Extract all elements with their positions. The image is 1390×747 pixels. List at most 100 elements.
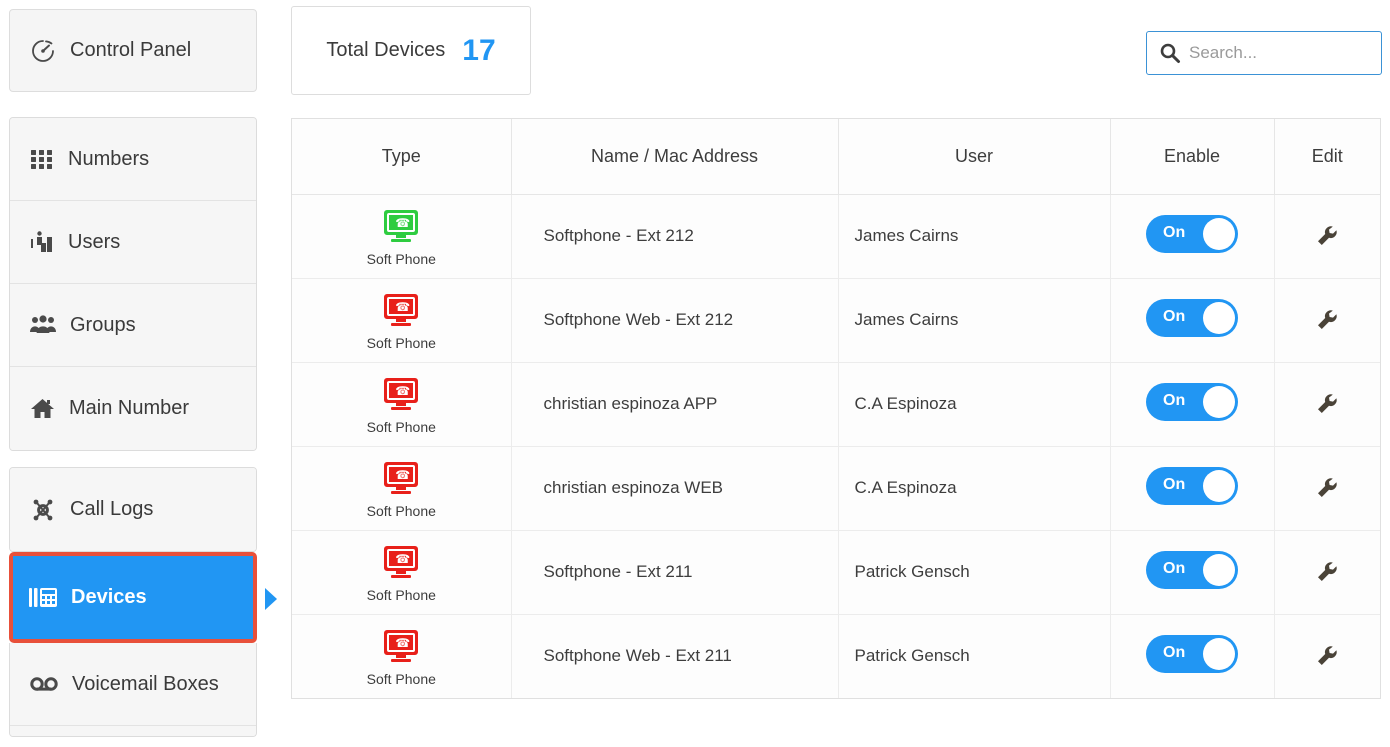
total-devices-label: Total Devices xyxy=(326,39,446,61)
cell-user: James Cairns xyxy=(838,194,1111,279)
sidebar-item-label: Call Logs xyxy=(70,498,154,520)
cell-edit xyxy=(1274,446,1380,531)
column-header-edit[interactable]: Edit xyxy=(1274,119,1380,195)
cell-user: James Cairns xyxy=(838,278,1111,363)
toggle-knob xyxy=(1203,217,1235,250)
cell-name: Softphone - Ext 212 xyxy=(511,194,839,279)
sidebar-item-partial[interactable] xyxy=(10,726,256,736)
sidebar-item-voicemail-boxes[interactable]: Voicemail Boxes xyxy=(10,643,256,726)
toggle-state-label: On xyxy=(1163,643,1186,661)
devices-table: Type Name / Mac Address User Enable Edit… xyxy=(291,118,1381,699)
sidebar-item-groups[interactable]: Groups xyxy=(10,284,256,367)
cell-type: ☎ Soft Phone xyxy=(292,194,512,279)
type-label: Soft Phone xyxy=(366,586,436,603)
toggle-knob xyxy=(1203,301,1235,334)
type-label: Soft Phone xyxy=(366,670,436,687)
column-header-enable[interactable]: Enable xyxy=(1110,119,1275,195)
cell-type: ☎ Soft Phone xyxy=(292,446,512,531)
wrench-icon[interactable] xyxy=(1315,560,1339,584)
cell-edit xyxy=(1274,278,1380,363)
cell-enable: On xyxy=(1110,530,1275,615)
wrench-icon[interactable] xyxy=(1315,392,1339,416)
table-row: ☎ Soft Phone Softphone Web - Ext 212 Jam… xyxy=(292,278,1380,363)
cell-user: C.A Espinoza xyxy=(838,362,1111,447)
cell-user: Patrick Gensch xyxy=(838,614,1111,698)
table-row: ☎ Soft Phone Softphone - Ext 211 Patrick… xyxy=(292,530,1380,615)
column-header-name[interactable]: Name / Mac Address xyxy=(511,119,839,195)
type-label: Soft Phone xyxy=(366,502,436,519)
enable-toggle[interactable]: On xyxy=(1146,382,1238,421)
type-label: Soft Phone xyxy=(366,334,436,351)
sidebar-item-main-number[interactable]: Main Number xyxy=(10,367,256,450)
enable-toggle[interactable]: On xyxy=(1146,466,1238,505)
cell-enable: On xyxy=(1110,194,1275,279)
column-header-type[interactable]: Type xyxy=(292,119,512,195)
softphone-monitor-icon: ☎ xyxy=(384,377,419,411)
softphone-monitor-icon: ☎ xyxy=(384,293,419,327)
toggle-knob xyxy=(1203,553,1235,586)
softphone-monitor-icon: ☎ xyxy=(384,209,419,243)
total-devices-count: 17 xyxy=(462,33,496,67)
cell-edit xyxy=(1274,614,1380,698)
toggle-state-label: On xyxy=(1163,223,1186,241)
control-panel-button[interactable]: Control Panel xyxy=(9,9,257,92)
toggle-knob xyxy=(1203,469,1235,502)
cell-name: Softphone Web - Ext 211 xyxy=(511,614,839,698)
type-label: Soft Phone xyxy=(366,250,436,267)
enable-toggle[interactable]: On xyxy=(1146,214,1238,253)
user-desk-icon xyxy=(30,230,54,254)
wrench-icon[interactable] xyxy=(1315,308,1339,332)
sidebar-item-users[interactable]: Users xyxy=(10,201,256,284)
cell-edit xyxy=(1274,530,1380,615)
cell-type: ☎ Soft Phone xyxy=(292,530,512,615)
total-devices-card: Total Devices 17 xyxy=(291,6,531,95)
cell-name: Softphone - Ext 211 xyxy=(511,530,839,615)
cell-edit xyxy=(1274,194,1380,279)
grid-dots-icon xyxy=(30,147,54,171)
toggle-knob xyxy=(1203,637,1235,670)
voicemail-icon xyxy=(30,675,58,693)
sidebar-group-secondary: Call Logs xyxy=(9,467,257,552)
enable-toggle[interactable]: On xyxy=(1146,634,1238,673)
sidebar-group-tertiary: Voicemail Boxes xyxy=(9,643,257,737)
cell-enable: On xyxy=(1110,362,1275,447)
table-row: ☎ Soft Phone christian espinoza WEB C.A … xyxy=(292,446,1380,531)
sidebar-item-numbers[interactable]: Numbers xyxy=(10,118,256,201)
table-header-row: Type Name / Mac Address User Enable Edit xyxy=(292,119,1380,195)
cell-enable: On xyxy=(1110,446,1275,531)
sidebar-item-devices[interactable]: Devices xyxy=(9,552,277,643)
search-box[interactable] xyxy=(1146,31,1382,75)
enable-toggle[interactable]: On xyxy=(1146,550,1238,589)
sidebar-item-label: Main Number xyxy=(69,397,190,419)
home-icon xyxy=(30,397,55,421)
type-label: Soft Phone xyxy=(366,418,436,435)
cell-type: ☎ Soft Phone xyxy=(292,278,512,363)
wrench-icon[interactable] xyxy=(1315,224,1339,248)
network-hub-icon xyxy=(30,498,56,522)
cell-name: christian espinoza WEB xyxy=(511,446,839,531)
sidebar-item-label: Numbers xyxy=(68,147,150,170)
table-row: ☎ Soft Phone Softphone - Ext 212 James C… xyxy=(292,194,1380,279)
cell-name: christian espinoza APP xyxy=(511,362,839,447)
toggle-state-label: On xyxy=(1163,475,1186,493)
dashboard-gauge-icon xyxy=(30,38,56,64)
enable-toggle[interactable]: On xyxy=(1146,298,1238,337)
search-input[interactable] xyxy=(1189,43,1369,63)
table-row: ☎ Soft Phone Softphone Web - Ext 211 Pat… xyxy=(292,614,1380,698)
wrench-icon[interactable] xyxy=(1315,644,1339,668)
cell-type: ☎ Soft Phone xyxy=(292,362,512,447)
softphone-monitor-icon: ☎ xyxy=(384,545,419,579)
wrench-icon[interactable] xyxy=(1315,476,1339,500)
sidebar-item-label: Voicemail Boxes xyxy=(72,672,219,695)
cell-type: ☎ Soft Phone xyxy=(292,614,512,698)
sidebar-item-call-logs[interactable]: Call Logs xyxy=(10,468,256,551)
cell-user: Patrick Gensch xyxy=(838,530,1111,615)
sidebar-item-label: Devices xyxy=(71,586,147,608)
column-header-user[interactable]: User xyxy=(838,119,1111,195)
toggle-state-label: On xyxy=(1163,559,1186,577)
cell-edit xyxy=(1274,362,1380,447)
cell-name: Softphone Web - Ext 212 xyxy=(511,278,839,363)
softphone-monitor-icon: ☎ xyxy=(384,461,419,495)
sidebar-group-primary: Numbers Users Groups Main Number xyxy=(9,117,257,451)
sidebar: Numbers Users Groups Main Number Call Lo… xyxy=(9,117,277,737)
